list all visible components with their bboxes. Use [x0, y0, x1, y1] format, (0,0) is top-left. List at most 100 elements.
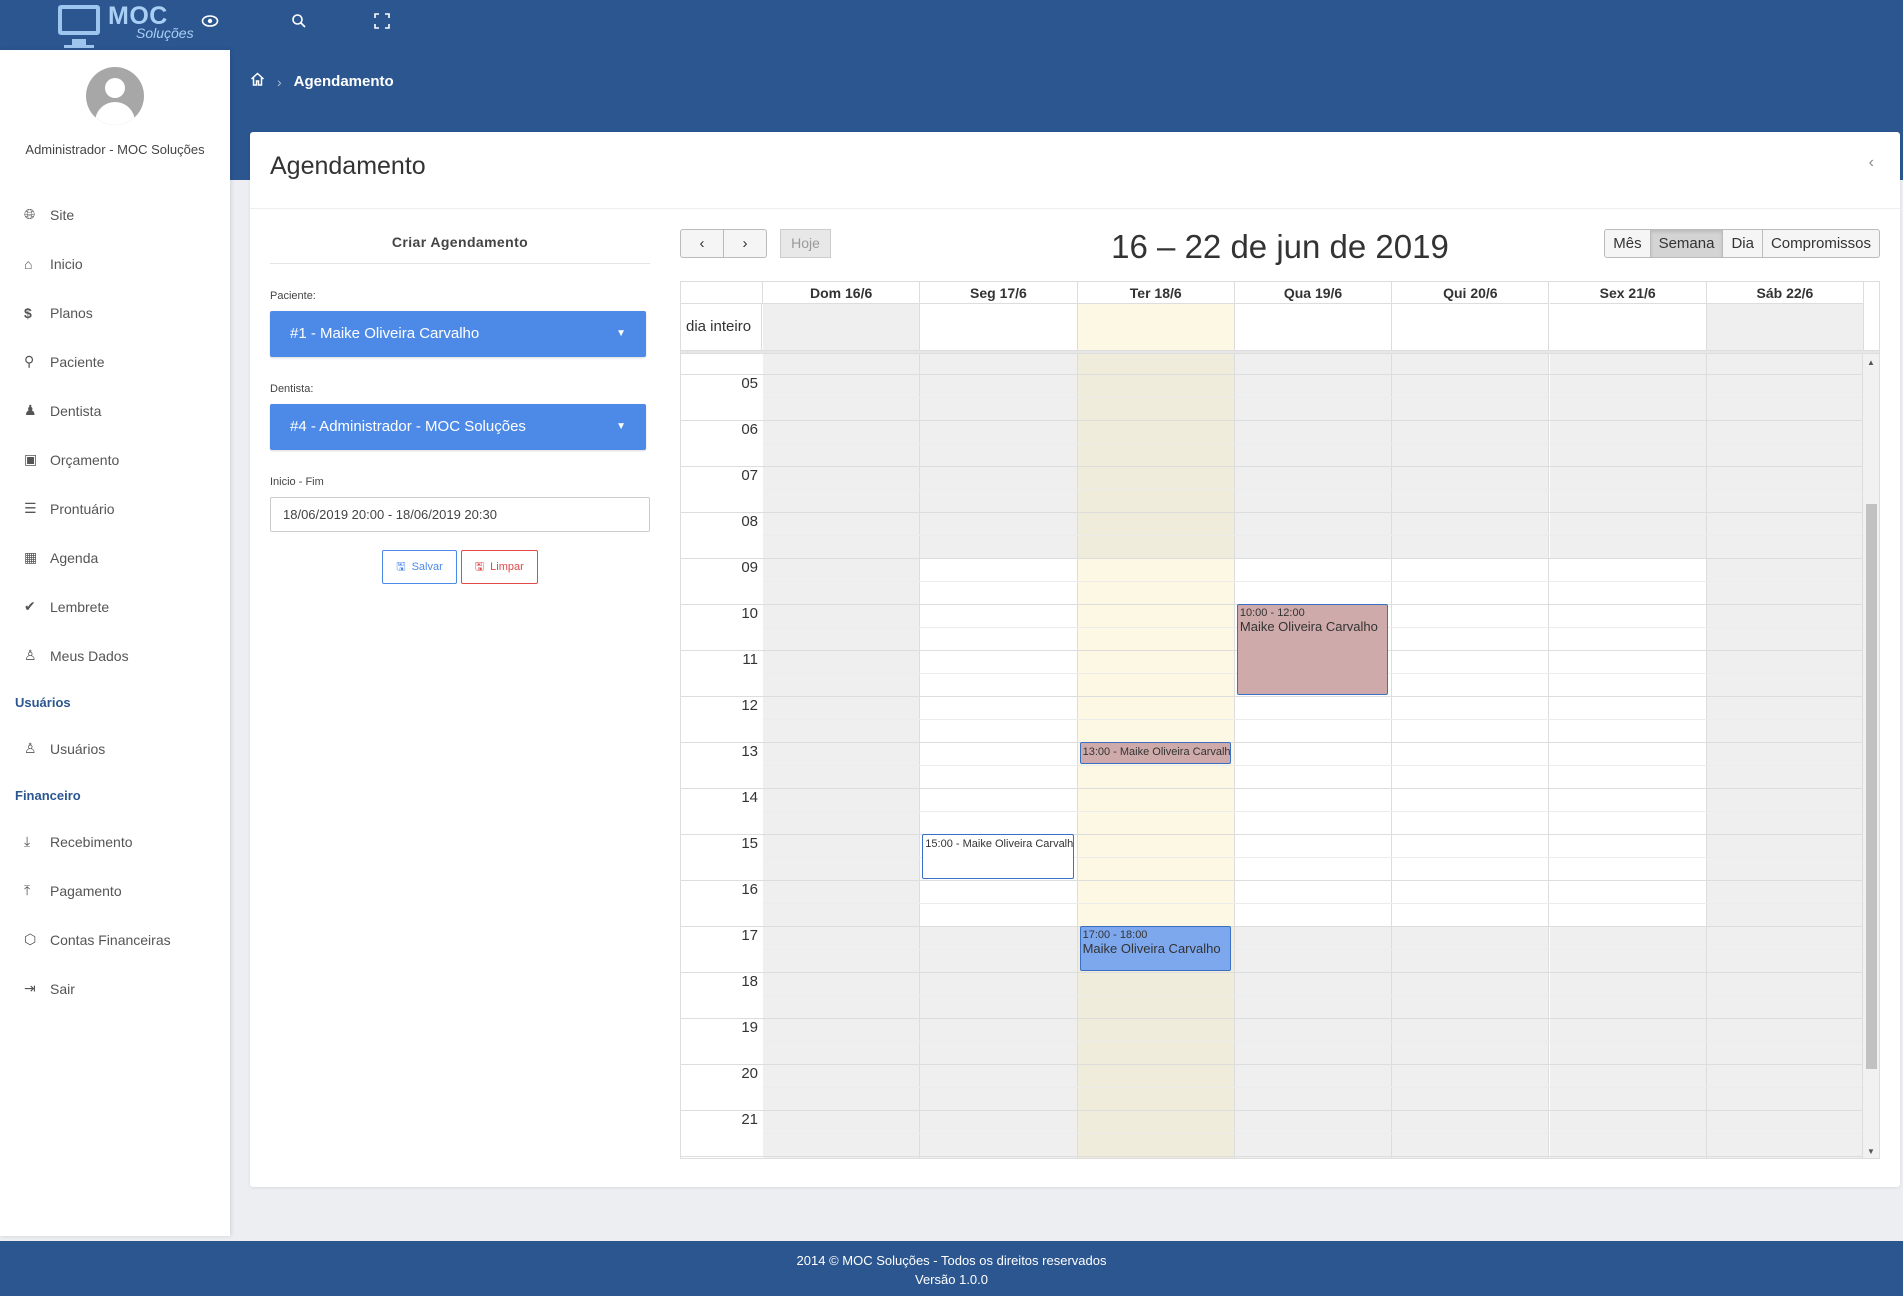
hour-line — [681, 466, 1862, 467]
caret-down-icon: ▼ — [616, 421, 626, 432]
day-column[interactable] — [920, 926, 1078, 1158]
search-icon[interactable] — [286, 12, 312, 38]
axis-header — [681, 282, 763, 304]
day-header[interactable]: Sex 21/6 — [1549, 282, 1707, 304]
hour-label: 09 — [741, 559, 758, 576]
day-header[interactable]: Qui 20/6 — [1392, 282, 1550, 304]
sidebar-nav: 🌐︎ Site ⌂ Inicio $ Planos ⚲ Paciente ♟ Dentis… — [0, 190, 230, 1013]
money-icon: ▣ — [24, 451, 38, 467]
sidebar-item-prontuario[interactable]: ☰ Prontuário — [0, 484, 230, 533]
half-hour-line — [763, 535, 1862, 536]
date-range-input[interactable]: 18/06/2019 20:00 - 18/06/2019 20:30 — [270, 497, 650, 532]
calendar-event[interactable]: 15:00 - Maike Oliveira Carvalho — [922, 834, 1074, 879]
day-column[interactable] — [763, 354, 921, 1158]
logout-icon: ⇥ — [24, 980, 36, 996]
hour-label: 13 — [741, 743, 758, 760]
calendar-scrollbar[interactable]: ▲ ▼ — [1862, 354, 1879, 1158]
hour-label: 10 — [741, 605, 758, 622]
hour-line — [681, 1018, 1862, 1019]
user-plus-icon: ⚲ — [24, 353, 35, 369]
next-week-button[interactable]: › — [723, 229, 767, 258]
sidebar-item-paciente[interactable]: ⚲ Paciente — [0, 337, 230, 386]
sidebar-item-contas-financeiras[interactable]: ⬡ Contas Financeiras — [0, 915, 230, 964]
sidebar-item-usuarios[interactable]: ♙ Usuários — [0, 724, 230, 773]
dentist-select[interactable]: #4 - Administrador - MOC Soluções ▼ — [270, 404, 646, 450]
eye-icon[interactable] — [197, 12, 223, 38]
home-icon[interactable] — [250, 72, 265, 91]
view-list-button[interactable]: Compromissos — [1761, 229, 1880, 258]
brand-logo[interactable]: MOC Soluções — [58, 2, 194, 48]
sidebar-item-sair[interactable]: ⇥ Sair — [0, 964, 230, 1013]
day-column[interactable] — [1077, 354, 1235, 558]
allday-cell[interactable] — [1077, 304, 1235, 350]
expand-icon[interactable] — [369, 12, 395, 38]
allday-cell[interactable] — [1706, 304, 1865, 350]
agendamento-card: Agendamento ‹ Criar Agendamento Paciente… — [250, 132, 1900, 1187]
allday-cell[interactable] — [1549, 304, 1707, 350]
sidebar-item-pagamento[interactable]: ⤒ Pagamento — [0, 866, 230, 915]
day-header[interactable]: Ter 18/6 — [1077, 282, 1235, 304]
sidebar-item-label: Contas Financeiras — [50, 931, 171, 948]
time-grid[interactable]: 05 06 07 08 09 10 11 12 13 14 15 16 17 18 19 20 21 10:00 … — [681, 354, 1862, 1158]
day-column[interactable] — [1549, 926, 1707, 1158]
form-title: Criar Agendamento — [270, 222, 650, 264]
day-header[interactable]: Qua 19/6 — [1234, 282, 1393, 304]
sidebar-item-meus-dados[interactable]: ♙ Meus Dados — [0, 631, 230, 680]
view-month-button[interactable]: Mês — [1604, 229, 1651, 258]
hour-line — [681, 1156, 1862, 1157]
allday-cell[interactable] — [1392, 304, 1550, 350]
half-hour-line — [763, 1087, 1862, 1088]
day-column[interactable] — [1392, 926, 1550, 1158]
footer-version: Versão 1.0.0 — [915, 1272, 988, 1287]
chevron-left-icon: ‹ — [699, 235, 705, 252]
day-column[interactable] — [1234, 926, 1393, 1158]
sidebar-item-label: Pagamento — [50, 882, 122, 899]
day-column[interactable] — [1706, 354, 1862, 1158]
dollar-icon: $ — [24, 304, 32, 321]
sidebar-item-dentista[interactable]: ♟ Dentista — [0, 386, 230, 435]
save-button[interactable]: 🖫︎ Salvar — [382, 550, 457, 584]
calendar-event[interactable]: 13:00 - Maike Oliveira Carvalho — [1079, 742, 1231, 764]
half-hour-line — [763, 995, 1862, 996]
allday-cell[interactable] — [1234, 304, 1393, 350]
scroll-down-icon[interactable]: ▼ — [1863, 1147, 1879, 1156]
view-day-button[interactable]: Dia — [1722, 229, 1763, 258]
calendar-event[interactable]: 10:00 - 12:00 Maike Oliveira Carvalho — [1236, 604, 1389, 695]
sidebar-item-site[interactable]: 🌐︎ Site — [0, 190, 230, 239]
view-week-button[interactable]: Semana — [1649, 229, 1724, 258]
day-column[interactable] — [920, 354, 1078, 558]
footer: 2014 © MOC Soluções - Todos os direitos … — [0, 1241, 1903, 1296]
chevron-right-icon: › — [277, 73, 282, 90]
scroll-up-icon[interactable]: ▲ — [1863, 358, 1879, 367]
allday-cell[interactable] — [763, 304, 921, 350]
sidebar-item-agenda[interactable]: ▦ Agenda — [0, 533, 230, 582]
hour-label: 12 — [741, 697, 758, 714]
today-button[interactable]: Hoje — [780, 229, 831, 258]
sidebar-item-label: Planos — [50, 304, 93, 321]
hour-label: 19 — [741, 1019, 758, 1036]
chevron-left-icon[interactable]: ‹ — [1869, 154, 1874, 172]
patient-select[interactable]: #1 - Maike Oliveira Carvalho ▼ — [270, 311, 646, 357]
clear-button[interactable]: 🖫︎ Limpar — [460, 550, 538, 584]
day-header[interactable]: Sáb 22/6 — [1706, 282, 1865, 304]
avatar[interactable] — [86, 67, 144, 125]
day-column[interactable] — [1392, 354, 1550, 558]
sidebar-item-recebimento[interactable]: ⤓ Recebimento — [0, 817, 230, 866]
scrollbar-thumb[interactable] — [1866, 504, 1877, 1069]
day-column[interactable] — [1234, 354, 1393, 558]
sidebar-item-planos[interactable]: $ Planos — [0, 288, 230, 337]
patient-label: Paciente: — [270, 290, 316, 302]
monitor-logo-icon — [58, 5, 100, 48]
event-title: Maike Oliveira Carvalho — [1082, 941, 1221, 956]
allday-cell[interactable] — [920, 304, 1078, 350]
sidebar-item-lembrete[interactable]: ✔ Lembrete — [0, 582, 230, 631]
sidebar-item-orcamento[interactable]: ▣ Orçamento — [0, 435, 230, 484]
sidebar-item-inicio[interactable]: ⌂ Inicio — [0, 239, 230, 288]
day-column[interactable] — [1549, 354, 1707, 558]
hour-line — [681, 374, 1862, 375]
day-header[interactable]: Dom 16/6 — [763, 282, 921, 304]
day-header[interactable]: Seg 17/6 — [920, 282, 1078, 304]
hour-label: 05 — [741, 375, 758, 392]
prev-week-button[interactable]: ‹ — [680, 229, 724, 258]
calendar-event[interactable]: 17:00 - 18:00 Maike Oliveira Carvalho — [1079, 926, 1231, 971]
